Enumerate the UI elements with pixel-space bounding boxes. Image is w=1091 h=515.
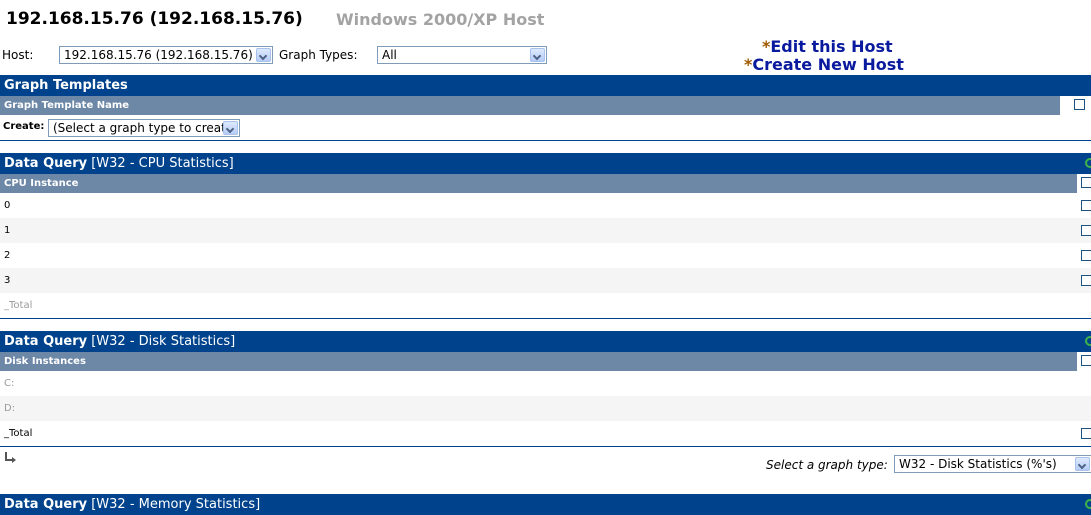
- graph-types-value: All: [382, 48, 397, 62]
- create-host-label: Create New Host: [752, 55, 904, 74]
- graph-types-select[interactable]: All: [377, 46, 547, 64]
- cpu-query-name: [W32 - CPU Statistics]: [91, 156, 234, 171]
- host-select-value: 192.168.15.76 (192.168.15.76): [64, 48, 253, 62]
- disk-query-header: Data Query [W32 - Disk Statistics]: [0, 331, 1091, 352]
- create-label: Create:: [3, 121, 45, 132]
- host-select[interactable]: 192.168.15.76 (192.168.15.76): [59, 46, 273, 64]
- graph-template-name-label: Graph Template Name: [4, 100, 130, 111]
- row-checkbox[interactable]: [1081, 200, 1091, 211]
- table-row[interactable]: 3: [0, 268, 1091, 293]
- table-row[interactable]: 2: [0, 243, 1091, 268]
- host-label: Host:: [2, 48, 34, 62]
- graph-types-label: Graph Types:: [279, 48, 358, 62]
- create-host-link[interactable]: *Create New Host: [744, 55, 904, 74]
- table-row: C:: [0, 371, 1091, 396]
- cpu-select-all-checkbox[interactable]: [1081, 177, 1091, 188]
- cpu-instance-value: _Total: [4, 300, 33, 311]
- memory-query-header: Data Query [W32 - Memory Statistics]: [0, 494, 1091, 515]
- reload-circle-icon[interactable]: [1085, 158, 1091, 168]
- cpu-query-prefix: Data Query: [4, 156, 88, 171]
- graph-type-select[interactable]: W32 - Disk Statistics (%'s): [894, 455, 1091, 473]
- row-checkbox[interactable]: [1081, 428, 1091, 439]
- disk-select-all-checkbox[interactable]: [1081, 355, 1091, 366]
- table-row[interactable]: 0: [0, 193, 1091, 218]
- graph-templates-title: Graph Templates: [4, 78, 128, 93]
- table-row: D:: [0, 396, 1091, 421]
- cpu-query-header: Data Query [W32 - CPU Statistics]: [0, 153, 1091, 174]
- disk-instance-value: D:: [4, 403, 16, 414]
- section-divider: [0, 140, 1091, 141]
- select-all-checkbox[interactable]: [1074, 99, 1085, 110]
- chevron-down-icon[interactable]: [223, 121, 238, 135]
- chevron-down-icon[interactable]: [256, 48, 271, 62]
- host-type: Windows 2000/XP Host: [336, 10, 545, 29]
- select-graph-type-label: Select a graph type:: [766, 458, 888, 472]
- disk-instance-value: _Total: [4, 428, 33, 439]
- memory-query-name: [W32 - Memory Statistics]: [91, 497, 261, 512]
- section-divider: [0, 318, 1091, 319]
- table-row[interactable]: _Total: [0, 421, 1091, 446]
- graph-type-value: W32 - Disk Statistics (%'s): [899, 457, 1057, 471]
- row-checkbox[interactable]: [1081, 275, 1091, 286]
- cpu-instance-label: CPU Instance: [4, 178, 79, 189]
- graph-templates-header: Graph Templates: [0, 75, 1091, 96]
- row-checkbox[interactable]: [1081, 250, 1091, 261]
- host-title: 192.168.15.76 (192.168.15.76): [6, 9, 303, 29]
- disk-instance-value: C:: [4, 378, 15, 389]
- disk-query-prefix: Data Query: [4, 334, 88, 349]
- return-arrow-icon: [5, 452, 16, 463]
- cpu-instance-value: 3: [4, 275, 11, 286]
- memory-query-prefix: Data Query: [4, 497, 88, 512]
- graph-template-column-header: Graph Template Name: [0, 96, 1091, 115]
- reload-circle-icon[interactable]: [1085, 336, 1091, 346]
- table-row[interactable]: 1: [0, 218, 1091, 243]
- table-row: _Total: [0, 293, 1091, 318]
- disk-column-header: Disk Instances: [0, 352, 1091, 371]
- section-divider: [0, 446, 1091, 447]
- reload-circle-icon[interactable]: [1085, 499, 1091, 509]
- edit-host-label: Edit this Host: [770, 37, 893, 56]
- disk-instances-label: Disk Instances: [4, 356, 86, 367]
- row-checkbox[interactable]: [1081, 225, 1091, 236]
- cpu-column-header: CPU Instance: [0, 174, 1091, 193]
- chevron-down-icon[interactable]: [1075, 457, 1090, 471]
- cpu-instance-value: 2: [4, 250, 11, 261]
- create-graph-select[interactable]: (Select a graph type to create): [48, 119, 240, 137]
- disk-query-name: [W32 - Disk Statistics]: [91, 334, 236, 349]
- edit-host-link[interactable]: *Edit this Host: [762, 37, 893, 56]
- chevron-down-icon[interactable]: [530, 48, 545, 62]
- cpu-instance-value: 1: [4, 225, 11, 236]
- create-graph-value: (Select a graph type to create): [53, 121, 238, 135]
- cpu-instance-value: 0: [4, 200, 11, 211]
